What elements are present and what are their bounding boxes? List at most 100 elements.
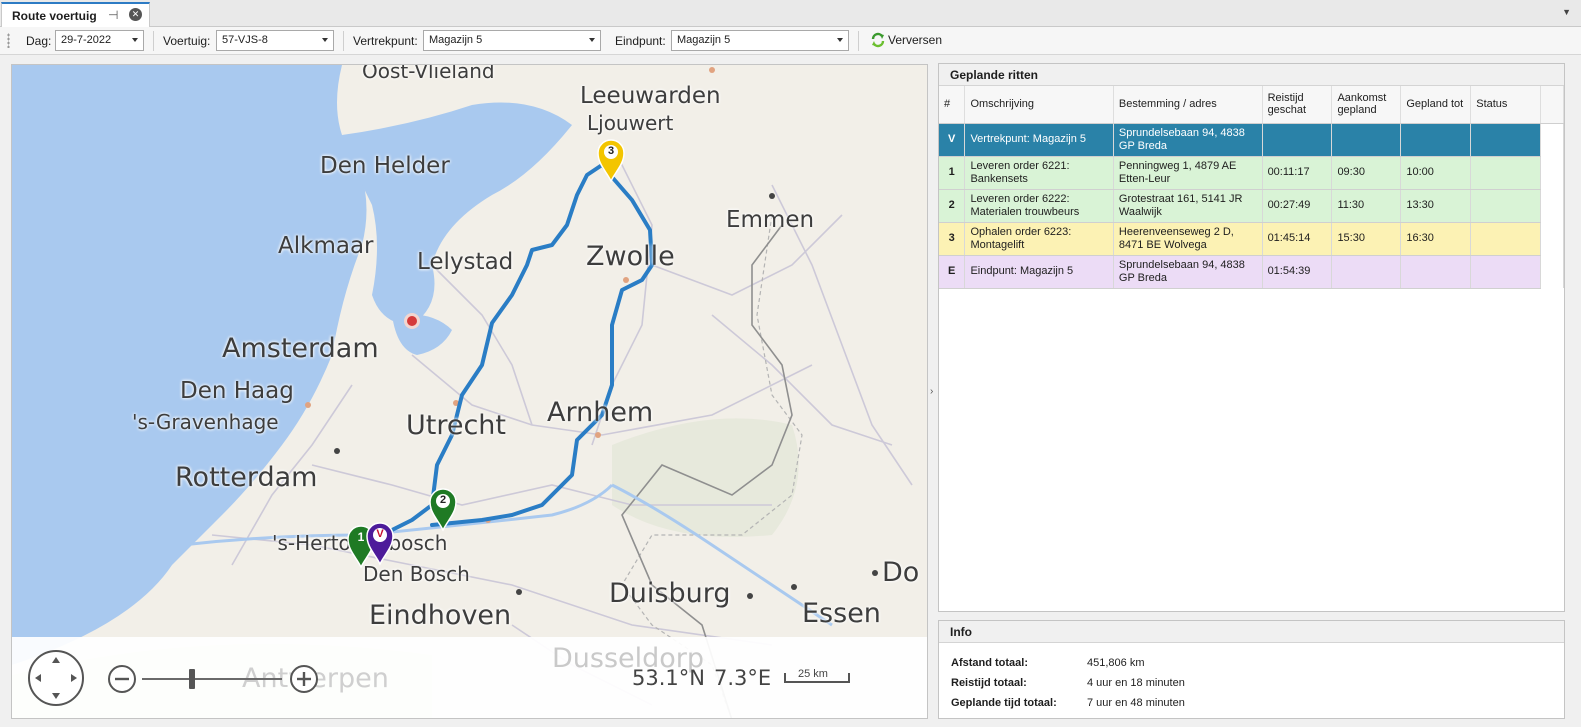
map-pin-icon xyxy=(366,522,394,566)
city-label: Essen xyxy=(802,598,881,629)
document-tab-strip: Route voertuig ⊣ ✕ ▼ xyxy=(0,0,1581,27)
table-row[interactable]: V Vertrekpunt: Magazijn 5 Sprundelsebaan 9… xyxy=(939,123,1564,157)
bestemming-cell: Heerenveenseweg 2 D, 8471 BE Wolvega xyxy=(1113,222,1263,256)
gepland-tot-cell: 10:00 xyxy=(1400,156,1472,190)
aankomst-cell: 11:30 xyxy=(1331,189,1402,223)
pin-icon[interactable]: ⊣ xyxy=(108,8,118,22)
reistijd-cell: 01:54:39 xyxy=(1262,255,1333,289)
gepland-value: 7 uur en 48 minuten xyxy=(1087,697,1185,709)
chevron-right-icon[interactable]: › xyxy=(930,386,933,397)
route-map[interactable]: Oost-Vlieland Leeuwarden Ljouwert Den He… xyxy=(11,64,928,719)
table-body: V Vertrekpunt: Magazijn 5 Sprundelsebaan 9… xyxy=(939,123,1564,289)
markermeer xyxy=(392,314,452,355)
dag-date-picker[interactable]: 29-7-2022 xyxy=(55,30,144,51)
city-label: Oost-Vlieland xyxy=(362,64,495,83)
zoom-slider-handle[interactable] xyxy=(189,669,195,689)
city-label: Amsterdam xyxy=(222,333,379,364)
vertrekpunt-value: Magazijn 5 xyxy=(429,34,483,46)
column-header-col-gepland-tot[interactable]: Gepland tot xyxy=(1400,86,1472,124)
eindpunt-value: Magazijn 5 xyxy=(677,34,731,46)
dag-label: Dag: xyxy=(26,34,52,48)
table-row[interactable]: 2 Leveren order 6222: Materialen trouwbeu… xyxy=(939,189,1564,223)
column-header-col-number[interactable]: # xyxy=(939,86,966,124)
city-label: Den Haag xyxy=(180,378,294,404)
voertuig-select[interactable]: 57-VJS-8 xyxy=(216,30,334,51)
panel-title: Info xyxy=(939,621,1564,643)
city-label: Zwolle xyxy=(586,241,675,272)
map-control-bar: Dusseldorp Antwerpen 53.1°N 7.3°E 25 km xyxy=(12,637,927,718)
city-label: Eindhoven xyxy=(369,600,512,631)
route-marker-3[interactable]: 3 xyxy=(596,137,626,183)
ijsselmeer xyxy=(342,102,572,325)
north-sea xyxy=(12,65,367,665)
gepland-tot-cell: 16:30 xyxy=(1400,222,1472,256)
dropdown-arrow-icon[interactable] xyxy=(589,38,595,42)
toolbar-separator xyxy=(858,31,859,51)
row-filler xyxy=(1540,222,1564,255)
panel-title: Geplande ritten xyxy=(939,64,1564,86)
column-header-col-bestemming[interactable]: Bestemming / adres xyxy=(1113,86,1263,124)
dropdown-arrow-icon[interactable] xyxy=(132,38,138,42)
column-header-col-omschrijving[interactable]: Omschrijving xyxy=(964,86,1114,124)
refresh-button[interactable]: Verversen xyxy=(868,30,946,51)
pan-control-icon[interactable] xyxy=(27,649,85,707)
city-label: Do xyxy=(882,557,920,588)
row-filler xyxy=(1540,255,1564,288)
vertrekpunt-select[interactable]: Magazijn 5 xyxy=(423,30,601,51)
longitude-readout: 7.3°E xyxy=(714,666,772,690)
status-cell xyxy=(1470,156,1542,190)
omschrijving-cell: Leveren order 6222: Materialen trouwbeur… xyxy=(964,189,1114,223)
toolbar-separator xyxy=(153,31,154,51)
route-marker-2[interactable]: 2 xyxy=(428,486,458,532)
zoom-in-icon[interactable] xyxy=(289,664,319,694)
close-icon[interactable]: ✕ xyxy=(129,8,142,21)
column-header-col-status[interactable]: Status xyxy=(1470,86,1542,124)
wooded-area xyxy=(612,418,799,537)
city-label: Ljouwert xyxy=(587,111,674,135)
dropdown-arrow-icon[interactable] xyxy=(837,38,843,42)
eindpunt-select[interactable]: Magazijn 5 xyxy=(671,30,849,51)
row-number: 1 xyxy=(939,156,966,190)
row-filler xyxy=(1540,156,1564,189)
row-number: 3 xyxy=(939,222,966,256)
route-marker-v[interactable]: V xyxy=(365,520,395,566)
bestemming-cell: Penningweg 1, 4879 AE Etten-Leur xyxy=(1113,156,1263,190)
column-header-col-reistijd[interactable]: Reistijd geschat xyxy=(1262,86,1333,124)
omschrijving-cell: Vertrekpunt: Magazijn 5 xyxy=(964,123,1114,157)
status-cell xyxy=(1470,189,1542,223)
omschrijving-cell: Eindpunt: Magazijn 5 xyxy=(964,255,1114,289)
omschrijving-cell: Ophalen order 6223: Montagelift xyxy=(964,222,1114,256)
toolbar-grip-icon[interactable] xyxy=(7,33,10,48)
status-cell xyxy=(1470,255,1542,289)
city-label: Duisburg xyxy=(609,578,731,609)
aankomst-cell: 15:30 xyxy=(1331,222,1402,256)
table-header-row: # Omschrijving Bestemming / adres Reistijd … xyxy=(939,86,1564,124)
omschrijving-cell: Leveren order 6221: Bankensets xyxy=(964,156,1114,190)
city-label: Arnhem xyxy=(547,397,654,428)
reistijd-value: 4 uur en 18 minuten xyxy=(1087,677,1185,689)
column-header-col-aankomst[interactable]: Aankomst gepland xyxy=(1331,86,1402,124)
vertrekpunt-label: Vertrekpunt: xyxy=(353,34,418,48)
row-number: 2 xyxy=(939,189,966,223)
marker-number: V xyxy=(376,528,384,540)
dropdown-arrow-icon[interactable] xyxy=(322,38,328,42)
zoom-slider-track[interactable] xyxy=(142,678,282,680)
latitude-readout: 53.1°N xyxy=(632,666,705,690)
city-label: Alkmaar xyxy=(278,233,374,259)
row-number: E xyxy=(939,255,966,289)
bestemming-cell: Grotestraat 161, 5141 JR Waalwijk xyxy=(1113,189,1263,223)
afstand-label: Afstand totaal: xyxy=(951,657,1028,669)
zoom-out-icon[interactable] xyxy=(107,664,137,694)
tab-route-voertuig[interactable]: Route voertuig ⊣ ✕ xyxy=(1,2,150,27)
reistijd-label: Reistijd totaal: xyxy=(951,677,1027,689)
table-row[interactable]: 3 Ophalen order 6223: Montagelift Heerenve… xyxy=(939,222,1564,256)
afstand-value: 451,806 km xyxy=(1087,657,1145,669)
chevron-down-icon[interactable]: ▼ xyxy=(1562,7,1571,17)
aankomst-cell xyxy=(1331,123,1402,157)
city-label: Lelystad xyxy=(417,249,514,275)
marker-number: 2 xyxy=(439,494,447,506)
table-row[interactable]: E Eindpunt: Magazijn 5 Sprundelsebaan 94, … xyxy=(939,255,1564,289)
toolbar: Dag: 29-7-2022 Voertuig: 57-VJS-8 Vertre… xyxy=(0,27,1581,55)
table-row[interactable]: 1 Leveren order 6221: Bankensets Penningwe… xyxy=(939,156,1564,190)
bestemming-cell: Sprundelsebaan 94, 4838 GP Breda xyxy=(1113,255,1263,289)
